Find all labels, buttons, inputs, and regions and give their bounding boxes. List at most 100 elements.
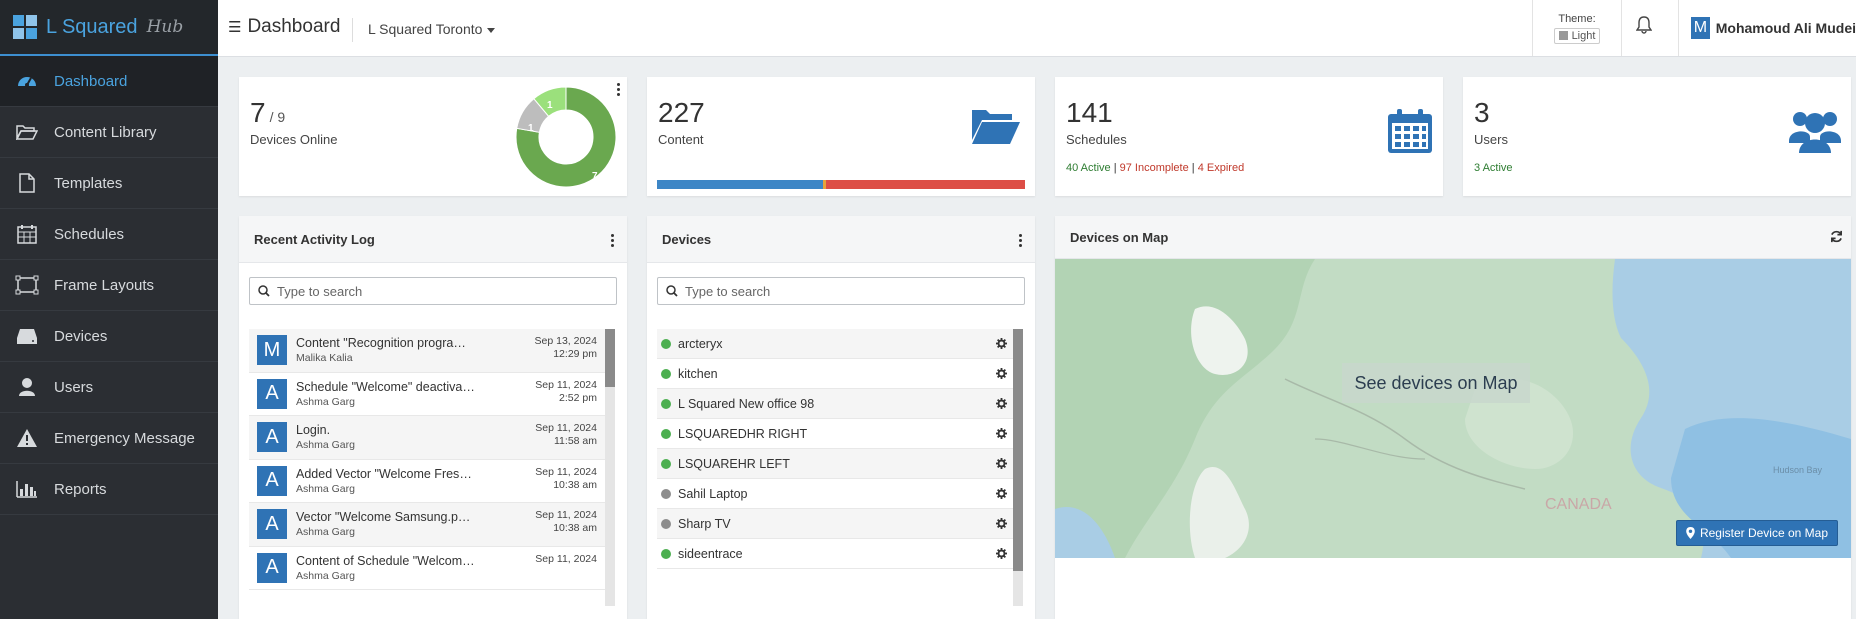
activity-row[interactable]: A Content of Schedule "Welcome... Ashma G… xyxy=(249,547,605,590)
users-card: 3 Users 3 Active xyxy=(1463,77,1851,196)
schedules-incomplete: 97 Incomplete xyxy=(1119,162,1189,174)
sidebar-item-templates[interactable]: Templates xyxy=(0,158,218,209)
activity-row[interactable]: A Schedule "Welcome" deactivated Ashma Ga… xyxy=(249,373,605,416)
sidebar: L Squared Hub Dashboard Content Library … xyxy=(0,0,218,619)
sidebar-item-users[interactable]: Users xyxy=(0,362,218,413)
user-menu[interactable]: M Mohamoud Ali Mudei xyxy=(1678,0,1856,56)
scrollbar-thumb[interactable] xyxy=(605,329,615,387)
avatar: A xyxy=(257,552,287,583)
device-name: LSQUAREHR LEFT xyxy=(678,456,790,471)
status-dot xyxy=(661,458,671,469)
users-active: 3 Active xyxy=(1474,162,1513,174)
folder-open-icon xyxy=(14,121,40,143)
activity-scrollbar[interactable] xyxy=(605,329,615,606)
status-dot xyxy=(661,428,671,439)
device-row[interactable]: sideentrace xyxy=(657,539,1013,569)
activity-row[interactable]: M Content "Recognition program.... Malika… xyxy=(249,329,605,373)
separator: | xyxy=(1188,162,1198,174)
gear-icon[interactable] xyxy=(996,548,1007,562)
sidebar-item-label: Templates xyxy=(54,174,123,192)
content-progress-bar xyxy=(657,180,1025,189)
refresh-icon[interactable] xyxy=(1830,230,1843,246)
activity-user: Ashma Garg xyxy=(296,439,355,452)
device-row[interactable]: L Squared New office 98 xyxy=(657,389,1013,419)
activity-user: Ashma Garg xyxy=(296,526,355,539)
content-bar-segment-red xyxy=(826,180,1025,189)
map-label-hudson-bay: Hudson Bay xyxy=(1773,465,1823,475)
theme-label: Theme: xyxy=(1558,12,1596,25)
devices-scrollbar[interactable] xyxy=(1013,329,1023,606)
sidebar-item-dashboard[interactable]: Dashboard xyxy=(0,56,218,107)
gauge-icon xyxy=(14,70,40,92)
theme-toggle-button[interactable]: Light xyxy=(1553,27,1601,44)
brand-logo[interactable]: L Squared Hub xyxy=(0,0,218,56)
device-row[interactable]: kitchen xyxy=(657,359,1013,389)
sidebar-item-frame-layouts[interactable]: Frame Layouts xyxy=(0,260,218,311)
activity-date: Sep 11, 2024 xyxy=(535,378,597,391)
organization-dropdown[interactable]: L Squared Toronto xyxy=(368,21,496,37)
activity-title: Login. xyxy=(296,423,331,438)
content-count: 227 xyxy=(658,97,705,128)
sidebar-item-emergency-message[interactable]: Emergency Message xyxy=(0,413,218,464)
sidebar-item-devices[interactable]: Devices xyxy=(0,311,218,362)
map-label-canada: CANADA xyxy=(1545,496,1612,513)
menu-icon[interactable]: ☰ xyxy=(228,18,241,36)
devices-online-count: 7/ 9 xyxy=(250,97,286,128)
devices-map-panel: Devices on Map CANADA Hudson Bay See dev… xyxy=(1055,216,1851,619)
device-row[interactable]: Sahil Laptop xyxy=(657,479,1013,509)
scrollbar-thumb[interactable] xyxy=(1013,329,1023,571)
devices-search[interactable] xyxy=(657,277,1025,305)
devices-online-card: 7/ 9 Devices Online 7 1 1 xyxy=(239,77,627,196)
activity-time: 10:38 am xyxy=(553,522,597,534)
activity-search-input[interactable] xyxy=(277,283,577,299)
activity-search[interactable] xyxy=(249,277,617,305)
map-area[interactable]: CANADA Hudson Bay See devices on Map xyxy=(1055,259,1851,558)
activity-date: Sep 11, 2024 xyxy=(535,509,597,521)
activity-title: Vector "Welcome Samsung.pdf... xyxy=(296,510,476,525)
schedules-label: Schedules xyxy=(1066,132,1127,147)
theme-swatch-icon xyxy=(1558,31,1568,40)
sidebar-item-content-library[interactable]: Content Library xyxy=(0,107,218,158)
devices-card-menu-icon[interactable] xyxy=(617,83,621,98)
separator: | xyxy=(1110,162,1120,174)
sidebar-item-reports[interactable]: Reports xyxy=(0,464,218,515)
device-name: sideentrace xyxy=(678,546,743,561)
theme-value: Light xyxy=(1571,29,1596,42)
gear-icon[interactable] xyxy=(996,488,1007,502)
devices-menu-icon[interactable] xyxy=(1019,234,1023,249)
sidebar-item-label: Schedules xyxy=(54,225,125,243)
activity-row[interactable]: A Login. Ashma Garg Sep 11, 2024 11:58 am xyxy=(249,416,605,460)
svg-text:1: 1 xyxy=(528,123,534,134)
activity-menu-icon[interactable] xyxy=(611,234,615,249)
see-devices-on-map-button[interactable]: See devices on Map xyxy=(1342,363,1530,403)
frame-layout-icon xyxy=(14,274,40,296)
gear-icon[interactable] xyxy=(996,338,1007,352)
schedules-active: 40 Active xyxy=(1066,162,1111,174)
sidebar-item-label: Reports xyxy=(54,480,107,498)
activity-title: Content "Recognition program.... xyxy=(296,336,476,351)
device-row[interactable]: arcteryx xyxy=(657,329,1013,359)
device-row[interactable]: LSQUAREDHR RIGHT xyxy=(657,419,1013,449)
status-dot xyxy=(661,368,671,379)
avatar: A xyxy=(257,378,287,409)
activity-time: 2:52 pm xyxy=(559,391,597,404)
device-row[interactable]: Sharp TV xyxy=(657,509,1013,539)
bell-icon[interactable] xyxy=(1635,16,1653,37)
activity-title: Added Vector "Welcome Freshl... xyxy=(296,466,476,481)
gear-icon[interactable] xyxy=(996,428,1007,442)
users-count: 3 xyxy=(1474,97,1490,128)
register-device-on-map-button[interactable]: Register Device on Map xyxy=(1675,520,1838,546)
activity-time: 10:38 am xyxy=(553,478,597,491)
activity-row[interactable]: A Vector "Welcome Samsung.pdf... Ashma Ga… xyxy=(249,503,605,547)
gear-icon[interactable] xyxy=(996,398,1007,412)
gear-icon[interactable] xyxy=(996,518,1007,532)
activity-user: Ashma Garg xyxy=(296,569,355,582)
device-row[interactable]: LSQUAREHR LEFT xyxy=(657,449,1013,479)
gear-icon[interactable] xyxy=(996,458,1007,472)
sidebar-item-schedules[interactable]: Schedules xyxy=(0,209,218,260)
devices-search-input[interactable] xyxy=(685,283,985,299)
activity-row[interactable]: A Added Vector "Welcome Freshl... Ashma G… xyxy=(249,460,605,503)
gear-icon[interactable] xyxy=(996,368,1007,382)
device-name: Sharp TV xyxy=(678,516,731,531)
activity-title: Schedule "Welcome" deactivated xyxy=(296,379,476,394)
